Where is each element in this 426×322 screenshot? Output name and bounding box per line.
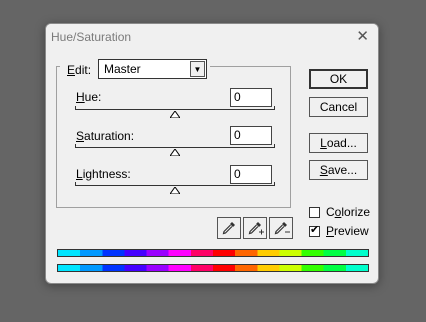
title-bar: Hue/Saturation ✕	[46, 24, 378, 50]
preview-checkbox[interactable]: ✔	[309, 224, 320, 237]
edit-label: Edit:	[67, 63, 92, 77]
saturation-label: Saturation:	[76, 129, 135, 143]
close-icon[interactable]: ✕	[356, 27, 369, 45]
preview-label[interactable]: Preview	[326, 224, 369, 238]
hue-slider-thumb[interactable]	[170, 111, 180, 118]
edit-channel-select[interactable]: Master ▼	[98, 59, 207, 79]
output-spectrum-bar	[57, 264, 369, 272]
input-spectrum-bar	[57, 249, 369, 257]
hue-input[interactable]: 0	[230, 88, 272, 107]
eyedropper-plus-icon[interactable]	[243, 217, 267, 239]
hue-saturation-dialog: Hue/Saturation ✕ Edit: Master ▼ Hue: 0 S…	[45, 23, 379, 284]
lightness-slider-thumb[interactable]	[170, 187, 180, 194]
chevron-down-icon[interactable]: ▼	[190, 61, 205, 77]
edit-channel-value: Master	[104, 62, 141, 76]
checkmark-icon: ✔	[310, 224, 320, 236]
eyedropper-minus-icon[interactable]	[269, 217, 293, 239]
cancel-button[interactable]: Cancel	[309, 97, 368, 117]
colorize-label[interactable]: Colorize	[326, 205, 370, 219]
eyedropper-toolbar	[217, 217, 294, 239]
saturation-input[interactable]: 0	[230, 126, 272, 145]
colorize-checkbox[interactable]	[309, 207, 320, 218]
lightness-slider-track[interactable]	[75, 182, 275, 186]
saturation-slider-thumb[interactable]	[170, 149, 180, 156]
dialog-title: Hue/Saturation	[51, 30, 132, 44]
eyedropper-icon[interactable]	[217, 217, 241, 239]
load-button[interactable]: Load...	[309, 133, 368, 153]
ok-button[interactable]: OK	[309, 69, 368, 89]
hue-slider-track[interactable]	[75, 106, 275, 110]
saturation-slider-track[interactable]	[75, 144, 275, 148]
hue-label: Hue:	[76, 90, 102, 104]
lightness-label: Lightness:	[76, 167, 131, 181]
save-button[interactable]: Save...	[309, 160, 368, 180]
